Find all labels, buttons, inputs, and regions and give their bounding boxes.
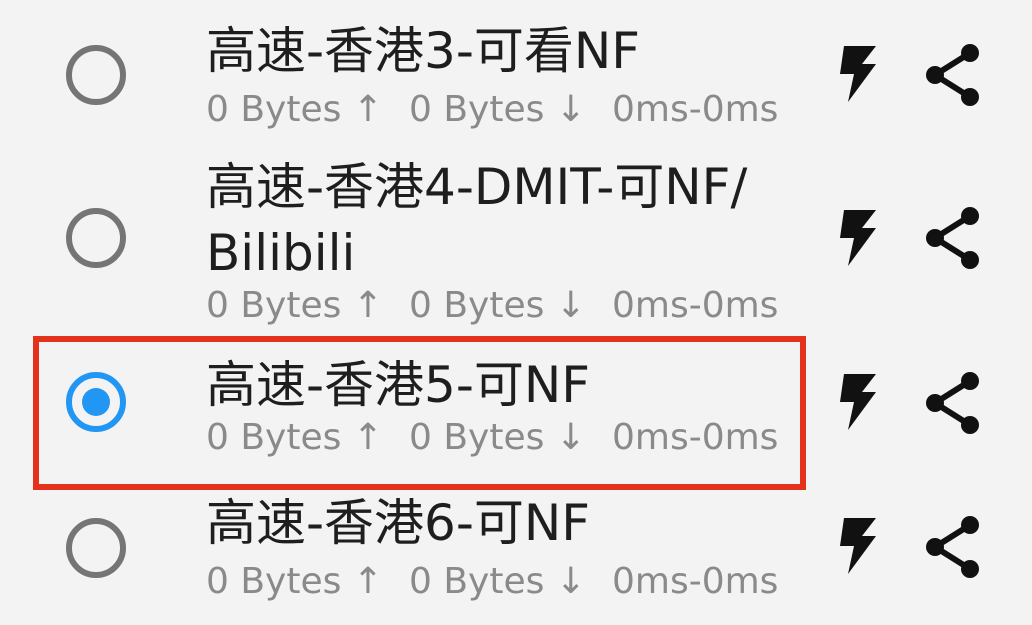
lightning-bolt-icon[interactable] bbox=[838, 208, 880, 268]
server-stats: 0 Bytes ↑ 0 Bytes ↓ 0ms-0ms bbox=[206, 416, 778, 460]
upload-traffic: 0 Bytes ↑ bbox=[206, 417, 383, 458]
radio-button[interactable] bbox=[66, 518, 126, 578]
latency-value: 0ms-0ms bbox=[611, 561, 779, 602]
radio-button[interactable] bbox=[66, 208, 126, 268]
share-icon[interactable] bbox=[922, 42, 982, 108]
latency-value: 0ms-0ms bbox=[611, 89, 779, 130]
radio-button-checked[interactable] bbox=[66, 372, 126, 432]
server-item[interactable]: 高速-香港3-可看NF 0 Bytes ↑ 0 Bytes ↓ 0ms-0ms bbox=[0, 0, 1032, 150]
server-list: 高速-香港3-可看NF 0 Bytes ↑ 0 Bytes ↓ 0ms-0ms 高速… bbox=[0, 0, 1032, 625]
server-item-selected[interactable]: 高速-香港5-可NF 0 Bytes ↑ 0 Bytes ↓ 0ms-0ms bbox=[0, 336, 1032, 490]
download-traffic: 0 Bytes ↓ bbox=[408, 89, 586, 130]
download-traffic: 0 Bytes ↓ bbox=[408, 561, 586, 602]
server-name: 高速-香港5-可NF bbox=[206, 356, 591, 414]
radio-button[interactable] bbox=[66, 45, 126, 105]
server-name: 高速-香港4-DMIT-可NF/ Bilibili bbox=[206, 158, 748, 282]
server-item[interactable]: 高速-香港6-可NF 0 Bytes ↑ 0 Bytes ↓ 0ms-0ms bbox=[0, 490, 1032, 625]
server-name: 高速-香港6-可NF bbox=[206, 494, 591, 552]
server-name: 高速-香港3-可看NF bbox=[206, 22, 641, 80]
download-traffic: 0 Bytes ↓ bbox=[408, 417, 586, 458]
upload-traffic: 0 Bytes ↑ bbox=[206, 285, 383, 326]
share-icon[interactable] bbox=[922, 370, 982, 436]
upload-traffic: 0 Bytes ↑ bbox=[206, 89, 383, 130]
latency-value: 0ms-0ms bbox=[611, 285, 779, 326]
lightning-bolt-icon[interactable] bbox=[838, 372, 880, 432]
download-traffic: 0 Bytes ↓ bbox=[408, 285, 586, 326]
lightning-bolt-icon[interactable] bbox=[838, 44, 880, 104]
server-stats: 0 Bytes ↑ 0 Bytes ↓ 0ms-0ms bbox=[206, 560, 778, 604]
upload-traffic: 0 Bytes ↑ bbox=[206, 561, 383, 602]
server-stats: 0 Bytes ↑ 0 Bytes ↓ 0ms-0ms bbox=[206, 88, 778, 132]
share-icon[interactable] bbox=[922, 205, 982, 271]
server-stats: 0 Bytes ↑ 0 Bytes ↓ 0ms-0ms bbox=[206, 284, 778, 328]
radio-dot bbox=[82, 388, 110, 416]
lightning-bolt-icon[interactable] bbox=[838, 516, 880, 576]
server-item[interactable]: 高速-香港4-DMIT-可NF/ Bilibili 0 Bytes ↑ 0 Byt… bbox=[0, 150, 1032, 334]
share-icon[interactable] bbox=[922, 514, 982, 580]
latency-value: 0ms-0ms bbox=[611, 417, 779, 458]
